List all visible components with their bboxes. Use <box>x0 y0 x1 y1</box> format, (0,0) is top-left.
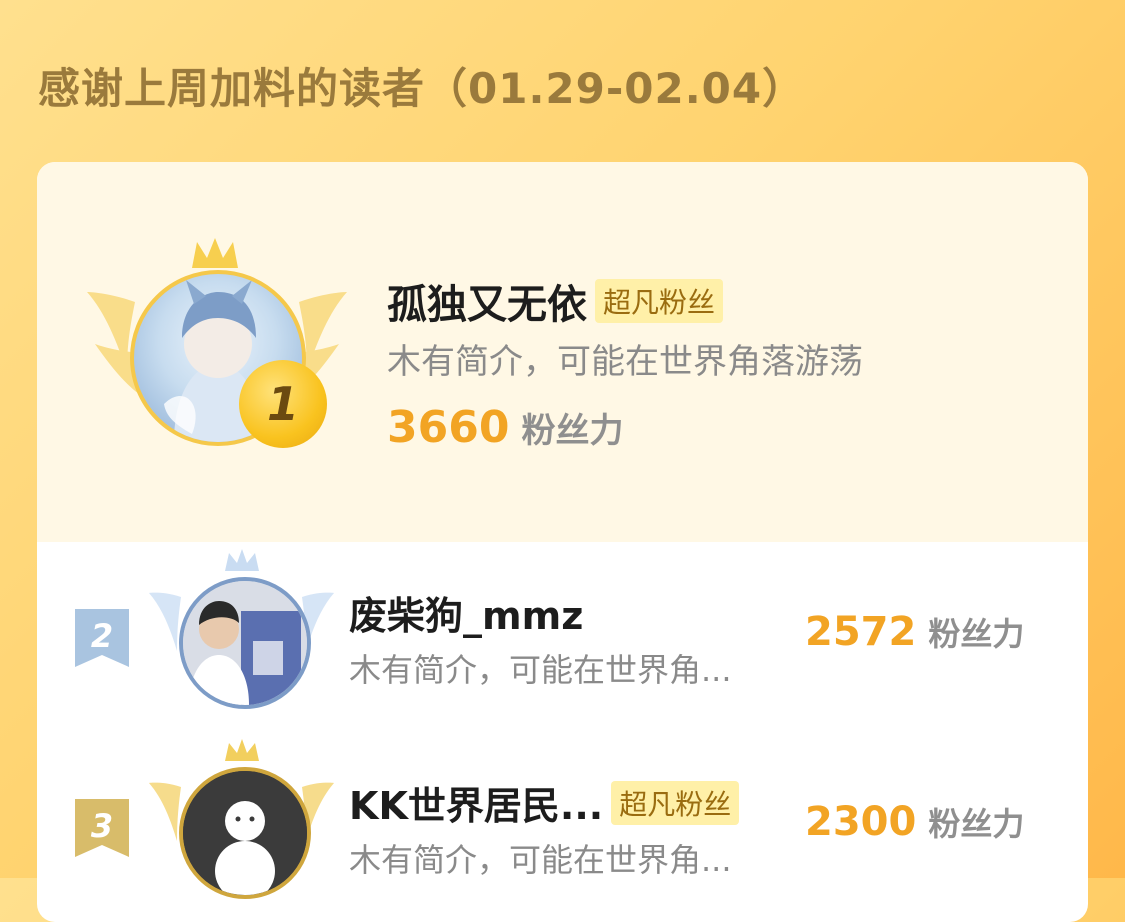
fan-power-value: 3660 <box>387 402 510 453</box>
first-place-name-row: 孤独又无依 超凡粉丝 <box>387 272 724 330</box>
first-place-name[interactable]: 孤独又无依 <box>387 272 587 330</box>
first-place-description: 木有简介，可能在世界角落游荡 <box>387 342 863 382</box>
user-name[interactable]: KK世界居民... <box>349 775 603 830</box>
rank-number: 3 <box>90 807 114 845</box>
rank-3-flag-icon: 3 <box>75 799 129 857</box>
user-description: 木有简介，可能在世界角... <box>349 651 732 689</box>
fan-power-label: 粉丝力 <box>928 805 1025 843</box>
page-title: 感谢上周加料的读者（01.29-02.04） <box>38 64 806 113</box>
rank-number: 2 <box>90 617 114 655</box>
list-item[interactable]: 2 废柴狗_mmz 木有简介，可能在世界角... 2572 粉丝力 <box>37 549 1088 737</box>
row-name-row: KK世界居民... 超凡粉丝 <box>349 775 740 830</box>
default-avatar-icon <box>183 771 307 895</box>
leaderboard-card: 1 孤独又无依 超凡粉丝 木有简介，可能在世界角落游荡 3660 粉丝力 2 废… <box>37 162 1088 922</box>
fan-power-value: 2300 <box>805 799 917 845</box>
avatar[interactable] <box>179 767 311 899</box>
avatar-photo-icon <box>183 581 307 705</box>
fan-power-value: 2572 <box>805 609 917 655</box>
rank-1-badge: 1 <box>239 360 327 448</box>
fan-level-badge: 超凡粉丝 <box>611 780 740 825</box>
avatar[interactable] <box>179 577 311 709</box>
fan-power-label: 粉丝力 <box>521 411 624 451</box>
first-place-avatar-frame: 1 <box>87 232 347 472</box>
rank-2-flag-icon: 2 <box>75 609 129 667</box>
fan-power-label: 粉丝力 <box>928 615 1025 653</box>
avatar-frame <box>149 547 334 717</box>
user-score: 2300 粉丝力 <box>805 799 1024 845</box>
user-score: 2572 粉丝力 <box>805 609 1024 655</box>
row-name-row: 废柴狗_mmz <box>349 585 583 640</box>
avatar-frame <box>149 737 334 907</box>
user-name[interactable]: 废柴狗_mmz <box>349 585 583 640</box>
user-description: 木有简介，可能在世界角... <box>349 841 732 879</box>
list-item[interactable]: 3 KK世界居民... 超凡粉丝 木有简介，可能在世界角... 2300 粉丝力 <box>37 739 1088 922</box>
first-place-score: 3660 粉丝力 <box>387 402 623 453</box>
first-place-section[interactable]: 1 孤独又无依 超凡粉丝 木有简介，可能在世界角落游荡 3660 粉丝力 <box>37 162 1088 542</box>
fan-level-badge: 超凡粉丝 <box>595 279 724 323</box>
